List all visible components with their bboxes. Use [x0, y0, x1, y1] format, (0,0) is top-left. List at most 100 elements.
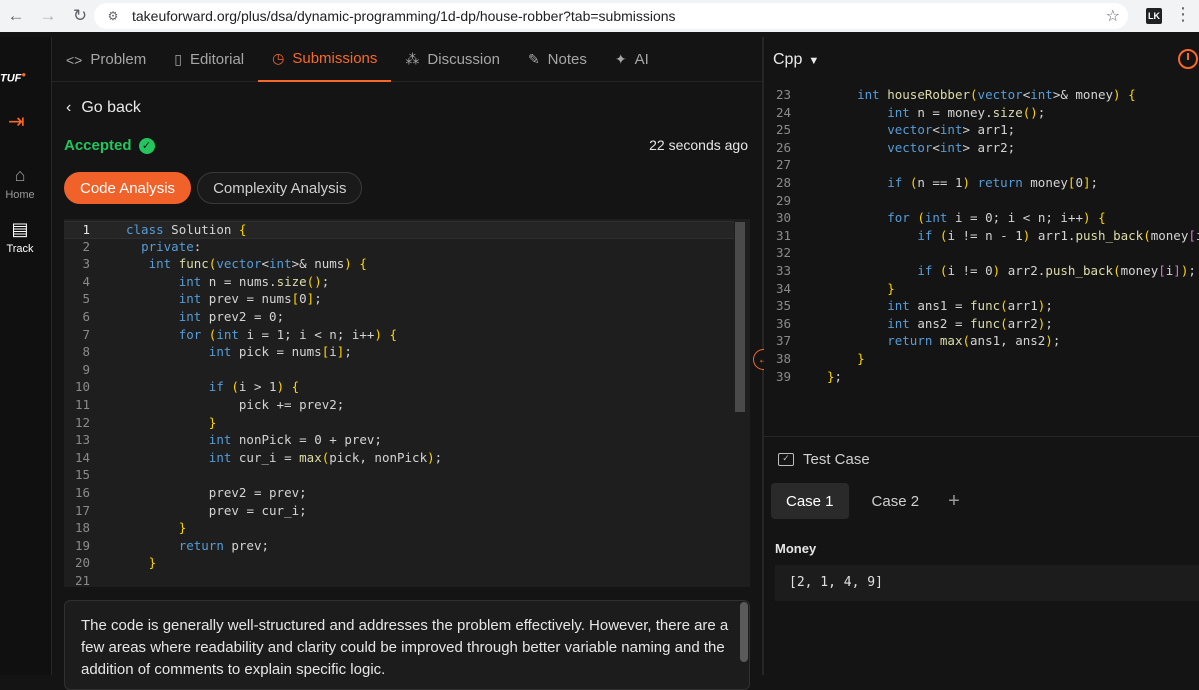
line-number: 9 — [82, 361, 90, 377]
code-line: 11 pick += prev2; — [64, 397, 734, 415]
bookmark-star-icon[interactable]: ☆ — [1106, 6, 1120, 26]
line-number: 36 — [775, 315, 791, 331]
code-text: pick += prev2; — [238, 397, 345, 412]
browser-menu-icon[interactable]: ⋮ — [1174, 4, 1192, 25]
code-text: int cur_i = max(pick, nonPick); — [208, 449, 443, 465]
input-value[interactable]: [2, 1, 4, 9] — [775, 565, 1199, 601]
code-line: 3 int func(vector<int>& nums) { — [64, 256, 734, 274]
code-text: return prev; — [178, 537, 270, 553]
tab-problem[interactable]: <> Problem — [52, 37, 160, 82]
code-line: 8 int pick = nums[i]; — [64, 344, 734, 362]
case-tabs: Case 1 Case 2 + — [771, 483, 960, 519]
code-editor[interactable]: 23 int houseRobber(vector<int>& money) {… — [764, 85, 1199, 433]
code-line: 29 — [764, 193, 1199, 211]
line-number: 11 — [74, 397, 90, 412]
tab-case-2[interactable]: Case 2 — [857, 483, 935, 519]
code-text: int ans2 = func(arr2); — [887, 315, 1053, 331]
go-back-button[interactable]: ‹ Go back — [66, 99, 141, 117]
site-info-icon[interactable]: ⚙ — [100, 9, 126, 23]
code-line: 24 int n = money.size(); — [764, 105, 1199, 123]
tab-submissions[interactable]: ◷ Submissions — [258, 37, 392, 82]
extension-icon[interactable]: LK — [1146, 8, 1162, 24]
code-text: return max(ans1, ans2); — [887, 333, 1061, 349]
tuf-logo[interactable]: TUF● — [0, 70, 26, 85]
code-line: 19 return prev; — [64, 538, 734, 556]
tab-case-1[interactable]: Case 1 — [771, 483, 849, 519]
code-text: } — [857, 351, 865, 366]
problem-tabs: <> Problem ▯ Editorial ◷ Submissions ⁂ Discu… — [52, 37, 762, 82]
code-line: 31 if (i != n - 1) arr1.push_back(money[… — [764, 228, 1199, 246]
code-line: 15 — [64, 467, 734, 485]
sidebar-item-label: Home — [5, 189, 35, 201]
code-line: 20 } — [64, 555, 734, 573]
line-number: 19 — [74, 537, 90, 553]
line-number: 8 — [82, 344, 90, 360]
code-line: 26 vector<int> arr2; — [764, 140, 1199, 158]
sparkle-icon: ✦ — [614, 51, 627, 67]
code-text: }; — [827, 368, 843, 384]
analysis-scrollbar[interactable] — [740, 602, 748, 662]
code-line: 39}; — [764, 369, 1199, 387]
home-icon: ⌂ — [14, 165, 26, 185]
back-arrow-icon[interactable]: ← — [0, 6, 32, 26]
line-number: 27 — [775, 157, 791, 173]
code-line: 23 int houseRobber(vector<int>& money) { — [764, 87, 1199, 105]
divider — [764, 436, 1199, 437]
code-analysis-button[interactable]: Code Analysis — [64, 172, 192, 204]
code-line: 9 — [64, 362, 734, 380]
code-line: 1 class Solution { — [64, 221, 734, 239]
language-select[interactable]: Cpp ▼ — [773, 51, 819, 69]
code-line: 14 int cur_i = max(pick, nonPick); — [64, 450, 734, 468]
code-text: int nonPick = 0 + prev; — [208, 432, 382, 448]
note-icon: ✎ — [527, 51, 540, 67]
code-text: } — [208, 414, 217, 430]
checkbox-icon: ✓ — [778, 453, 794, 466]
tab-ai[interactable]: ✦ AI — [601, 37, 663, 82]
code-text: vector<int> arr2; — [887, 139, 1016, 155]
track-icon: ▤ — [11, 219, 29, 239]
timer-icon[interactable] — [1178, 49, 1198, 69]
add-case-icon[interactable]: + — [948, 490, 960, 513]
code-text: if (i != n - 1) arr1.push_back(money[i])… — [917, 227, 1199, 243]
code-scrollbar[interactable] — [735, 222, 745, 412]
code-text: int ans1 = func(arr1); — [887, 298, 1053, 314]
sidebar-item-track[interactable]: ▤ Track — [0, 219, 40, 255]
code-text: int n = money.size(); — [887, 104, 1046, 120]
code-line: 37 return max(ans1, ans2); — [764, 333, 1199, 351]
code-line: 13 int nonPick = 0 + prev; — [64, 432, 734, 450]
line-number: 25 — [775, 122, 791, 138]
line-number: 13 — [74, 432, 90, 448]
line-number: 14 — [74, 449, 90, 465]
sidebar-toggle-icon[interactable]: ⇥ — [8, 109, 25, 134]
line-number: 37 — [775, 333, 791, 349]
submitted-code-viewer[interactable]: 1 class Solution {2 private: 3 int func(ve… — [64, 219, 750, 587]
code-line: 30 for (int i = 0; i < n; i++) { — [764, 210, 1199, 228]
tab-editorial[interactable]: ▯ Editorial — [160, 37, 258, 82]
reload-icon[interactable]: ↻ — [64, 6, 96, 26]
tab-discussion[interactable]: ⁂ Discussion — [391, 37, 514, 82]
address-bar[interactable]: ⚙ takeuforward.org/plus/dsa/dynamic-prog… — [94, 3, 1128, 29]
line-number: 1 — [82, 222, 90, 237]
code-text: int houseRobber(vector<int>& money) { — [857, 87, 1136, 102]
line-number: 2 — [82, 238, 90, 254]
line-number: 21 — [74, 573, 90, 587]
document-icon: ▯ — [174, 51, 182, 67]
status-badge: Accepted ✓ — [64, 137, 155, 154]
line-number: 28 — [775, 175, 791, 190]
code-text: int func(vector<int>& nums) { — [148, 256, 367, 272]
code-line: 25 vector<int> arr1; — [764, 122, 1199, 140]
code-text: int pick = nums[i]; — [208, 344, 352, 360]
submission-panel: <> Problem ▯ Editorial ◷ Submissions ⁂ Discu… — [52, 37, 762, 690]
url-text[interactable]: takeuforward.org/plus/dsa/dynamic-progra… — [132, 8, 676, 24]
chevron-down-icon: ▼ — [808, 55, 820, 67]
code-text: if (n == 1) return money[0]; — [887, 175, 1099, 190]
complexity-analysis-button[interactable]: Complexity Analysis — [197, 172, 363, 204]
code-line: 35 int ans1 = func(arr1); — [764, 298, 1199, 316]
line-number: 24 — [775, 104, 791, 120]
forward-arrow-icon[interactable]: → — [32, 6, 64, 26]
sidebar-item-home[interactable]: ⌂ Home — [0, 165, 40, 201]
tab-notes[interactable]: ✎ Notes — [514, 37, 601, 82]
code-line: 5 int prev = nums[0]; — [64, 291, 734, 309]
chevron-left-icon: ‹ — [66, 99, 72, 116]
code-text: } — [148, 555, 157, 571]
